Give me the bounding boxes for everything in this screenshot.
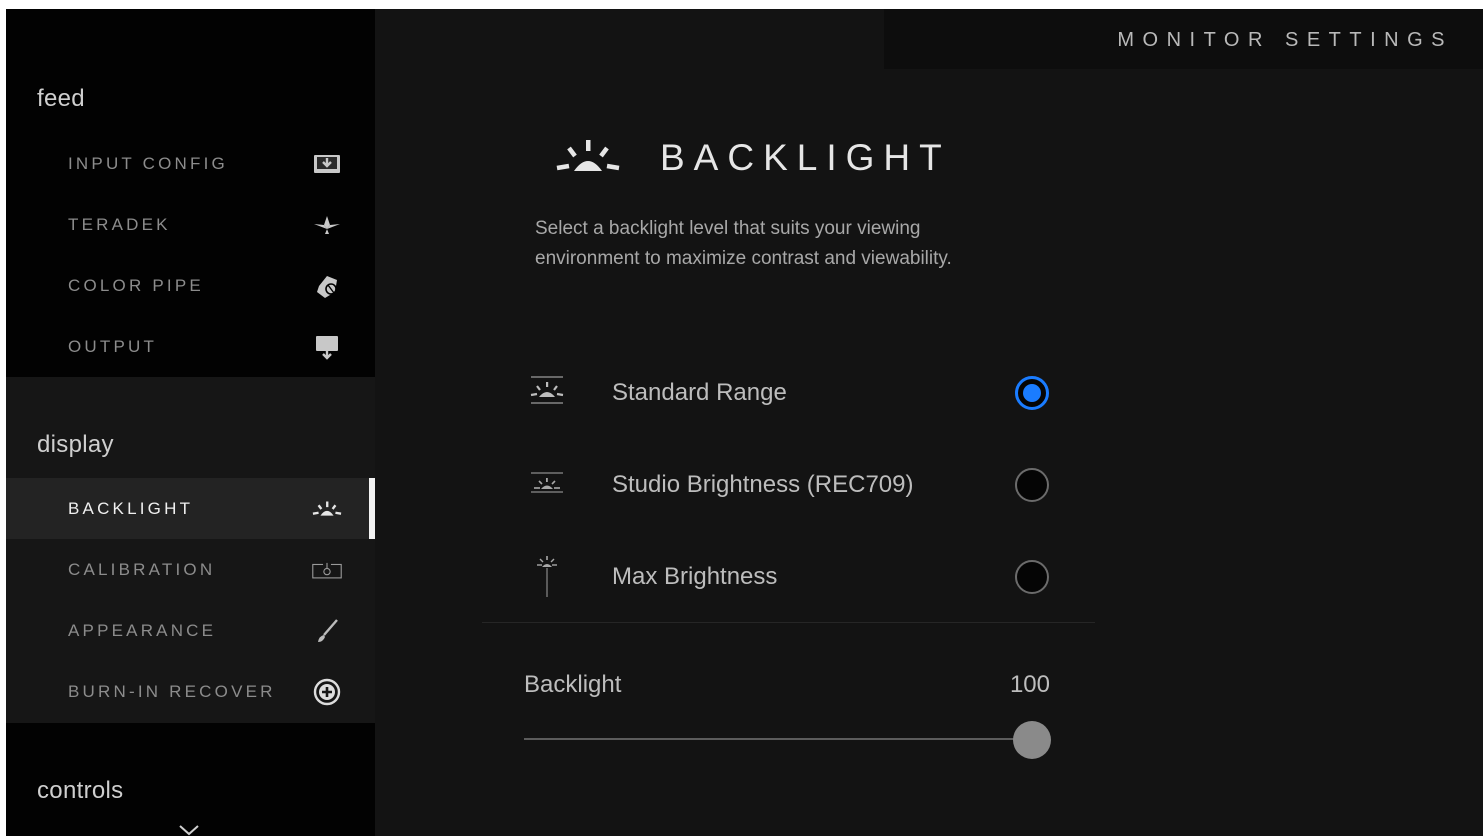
studio-brightness-icon	[526, 465, 568, 505]
backlight-icon	[556, 140, 620, 171]
plus-circle-icon	[312, 678, 342, 705]
sidebar-item-label: TERADEK	[68, 214, 171, 234]
header-bar: MONITOR SETTINGS	[884, 9, 1483, 69]
slider-label: Backlight	[524, 671, 622, 698]
sidebar-section-controls: controls	[6, 723, 375, 836]
standard-range-icon	[526, 373, 568, 413]
panel-title: BACKLIGHT	[660, 137, 951, 178]
sidebar-item-label: INPUT CONFIG	[68, 153, 228, 173]
section-title-display: display	[37, 431, 114, 458]
sidebar-item-calibration[interactable]: CALIBRATION	[6, 539, 375, 600]
sidebar-item-backlight[interactable]: BACKLIGHT	[6, 478, 375, 539]
option-standard-range[interactable]: Standard Range	[526, 358, 1066, 428]
radio-studio-brightness[interactable]	[1015, 468, 1049, 502]
sidebar: feed INPUT CONFIG TERADEK COLOR PIPE OUT…	[6, 9, 375, 836]
chevron-down-icon[interactable]	[178, 824, 200, 836]
option-label: Max Brightness	[612, 563, 778, 590]
option-studio-brightness[interactable]: Studio Brightness (REC709)	[526, 450, 1066, 520]
brush-icon	[312, 618, 342, 644]
input-config-icon	[312, 151, 342, 177]
sidebar-item-label: BURN-IN RECOVER	[68, 681, 276, 701]
panel-description: Select a backlight level that suits your…	[535, 218, 952, 269]
sidebar-item-label: COLOR PIPE	[68, 275, 204, 295]
backlight-slider-thumb[interactable]	[1013, 721, 1051, 759]
output-icon	[312, 334, 342, 360]
radio-max-brightness[interactable]	[1015, 560, 1049, 594]
backlight-icon	[312, 496, 342, 522]
sidebar-item-burn-in-recover[interactable]: BURN-IN RECOVER	[6, 661, 375, 722]
divider	[482, 622, 1095, 623]
calibration-icon	[312, 557, 342, 583]
page-title: MONITOR SETTINGS	[1117, 29, 1453, 51]
option-max-brightness[interactable]: Max Brightness	[526, 542, 1066, 612]
sidebar-item-label: CALIBRATION	[68, 559, 216, 579]
section-title-controls: controls	[37, 777, 124, 804]
sidebar-item-label: BACKLIGHT	[68, 498, 194, 518]
option-label: Studio Brightness (REC709)	[612, 471, 914, 498]
option-label: Standard Range	[612, 379, 787, 406]
max-brightness-icon	[526, 556, 568, 597]
backlight-slider-track[interactable]	[524, 738, 1032, 740]
sidebar-item-color-pipe[interactable]: COLOR PIPE	[6, 255, 375, 316]
sidebar-item-label: APPEARANCE	[68, 620, 217, 640]
slider-value: 100	[1009, 671, 1050, 698]
sidebar-item-input-config[interactable]: INPUT CONFIG	[6, 133, 375, 194]
section-title-feed: feed	[37, 85, 85, 112]
radio-standard-range[interactable]	[1015, 376, 1049, 410]
sidebar-item-label: OUTPUT	[68, 336, 158, 356]
monitor-settings-app: feed INPUT CONFIG TERADEK COLOR PIPE OUT…	[6, 9, 1483, 836]
sidebar-section-feed: feed INPUT CONFIG TERADEK COLOR PIPE OUT…	[6, 9, 375, 377]
sidebar-item-appearance[interactable]: APPEARANCE	[6, 600, 375, 661]
teradek-icon	[312, 212, 342, 238]
sidebar-item-teradek[interactable]: TERADEK	[6, 194, 375, 255]
sidebar-item-output[interactable]: OUTPUT	[6, 316, 375, 377]
color-pipe-icon	[312, 273, 342, 299]
sidebar-section-display: display BACKLIGHT CALIBRATION APPEARANCE…	[6, 377, 375, 723]
active-indicator	[369, 478, 375, 539]
